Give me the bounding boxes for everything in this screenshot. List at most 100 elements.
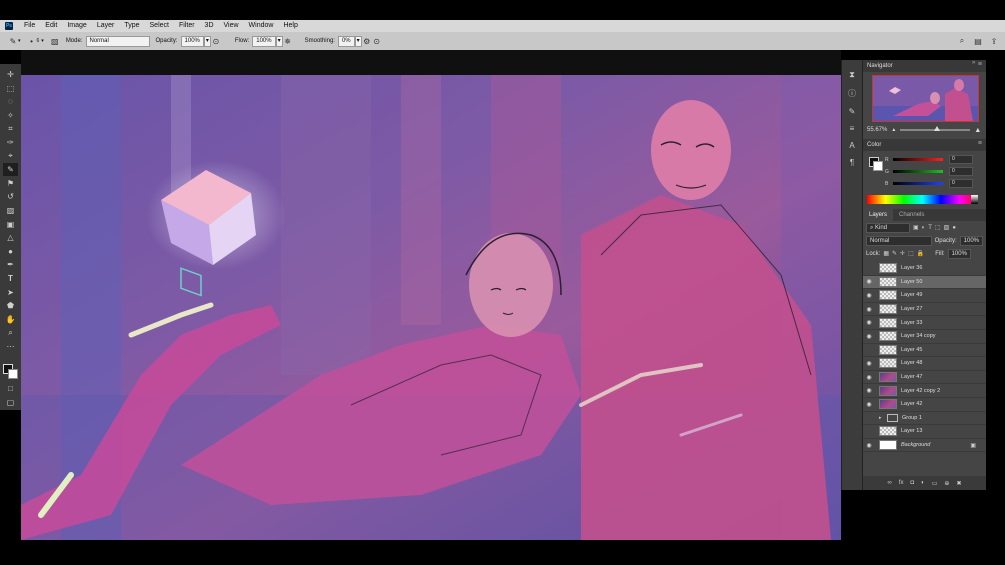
layer-row[interactable]: ◉ Background ▣ (863, 439, 986, 453)
color-background-swatch[interactable] (873, 161, 883, 171)
menu-layer[interactable]: Layer (92, 20, 120, 32)
navigator-preview[interactable] (872, 75, 979, 122)
pressure-size-icon[interactable]: ⊙ (372, 36, 382, 46)
layer-row[interactable]: ◉ Layer 27 (863, 303, 986, 317)
navigator-title[interactable]: Navigator (867, 63, 893, 69)
eraser-tool-icon[interactable]: ▨ (3, 204, 18, 217)
info-icon[interactable]: ⓘ (848, 88, 856, 99)
history-icon[interactable]: ⧗ (849, 70, 855, 80)
paragraph-icon[interactable]: ¶ (850, 158, 854, 167)
eyedropper-tool-icon[interactable]: ✑ (3, 136, 18, 149)
color-spectrum-ramp[interactable] (867, 195, 978, 204)
opacity-dropdown[interactable]: ▾ (203, 35, 211, 47)
layer-row[interactable]: ◉ Layer 47 (863, 371, 986, 385)
shape-tool-icon[interactable]: ⬟ (3, 299, 18, 312)
navigator-zoom-slider[interactable] (900, 126, 971, 131)
layer-row[interactable]: ◉ Layer 49 (863, 289, 986, 303)
move-tool-icon[interactable]: ✛ (3, 68, 18, 81)
green-slider[interactable] (893, 170, 943, 173)
eye-icon[interactable]: ◉ (863, 374, 875, 381)
menu-3d[interactable]: 3D (200, 20, 219, 32)
healing-brush-tool-icon[interactable]: ⌖ (3, 150, 18, 163)
lock-artboard-icon[interactable]: ⬚ (908, 250, 914, 257)
mode-select[interactable]: Normal (85, 35, 150, 47)
menu-filter[interactable]: Filter (174, 20, 200, 32)
layer-row[interactable]: ◉ Layer 42 (863, 398, 986, 412)
eye-icon[interactable]: ◉ (863, 387, 875, 394)
layer-style-icon[interactable]: fx (899, 480, 904, 486)
layer-row[interactable]: ◉ Layer 34 copy (863, 330, 986, 344)
chevron-right-icon[interactable]: ▸ (879, 415, 885, 421)
type-tool-icon[interactable]: T (3, 272, 18, 285)
adjustment-layer-icon[interactable]: ◐ (921, 480, 925, 486)
kind-filter-select[interactable]: ⌕ Kind (866, 222, 910, 233)
workspace-icon[interactable]: ▤ (973, 36, 983, 46)
panel-menu-icon[interactable]: ≡ (978, 61, 982, 68)
screen-mode-icon[interactable]: ▢ (3, 396, 18, 409)
layer-row[interactable]: ◉ Layer 50 (863, 275, 986, 290)
zoom-out-icon[interactable]: ▲ (891, 127, 896, 133)
filter-adjustment-icon[interactable]: ◐ (922, 225, 926, 231)
menu-file[interactable]: File (19, 20, 40, 32)
filter-toggle-icon[interactable]: ● (952, 225, 956, 231)
crop-tool-icon[interactable]: ⌗ (3, 122, 18, 135)
grayscale-ramp[interactable] (971, 195, 978, 204)
blend-mode-select[interactable]: Normal (866, 235, 932, 246)
lock-image-icon[interactable]: ✎ (892, 250, 897, 257)
brush-tool-icon[interactable]: ✎ (3, 163, 18, 177)
brush-settings-button[interactable]: ▧ (50, 36, 60, 46)
gear-icon[interactable]: ⚙ (362, 36, 372, 46)
history-brush-tool-icon[interactable]: ↺ (3, 190, 18, 203)
new-layer-icon[interactable]: ⊕ (944, 480, 949, 487)
flow-dropdown[interactable]: ▾ (275, 35, 283, 47)
add-mask-icon[interactable]: ◘ (910, 480, 914, 486)
filter-smart-object-icon[interactable]: ▧ (944, 224, 950, 231)
tab-layers[interactable]: Layers (863, 209, 894, 221)
layer-row[interactable]: Layer 36 (863, 262, 986, 276)
eye-icon[interactable]: ◉ (863, 292, 875, 299)
menu-view[interactable]: View (219, 20, 244, 32)
brush-size-picker[interactable]: • 6 ▾ (27, 36, 44, 46)
brushes-icon[interactable]: ✎ (849, 107, 856, 116)
filter-pixel-icon[interactable]: ▣ (913, 224, 919, 231)
layer-row[interactable]: Layer 13 (863, 425, 986, 439)
filter-shape-icon[interactable]: ⬚ (935, 224, 941, 231)
eye-icon[interactable]: ◉ (863, 360, 875, 367)
lock-transparent-icon[interactable]: ▦ (883, 250, 889, 257)
background-color-swatch[interactable] (8, 369, 18, 379)
color-title[interactable]: Color (867, 142, 881, 148)
eye-icon[interactable]: ◉ (863, 333, 875, 340)
layer-row[interactable]: ▸ Group 1 (863, 412, 986, 426)
green-value-field[interactable]: 0 (949, 167, 973, 176)
smoothing-dropdown[interactable]: ▾ (354, 35, 362, 47)
tool-preset-picker[interactable]: ✎ ▾ (8, 36, 21, 46)
eye-icon[interactable]: ◉ (863, 401, 875, 408)
airbrush-icon[interactable]: ✵ (283, 36, 293, 46)
zoom-in-icon[interactable]: ▲ (974, 127, 981, 134)
share-icon[interactable]: ⇪ (989, 36, 999, 46)
menu-window[interactable]: Window (244, 20, 279, 32)
menu-select[interactable]: Select (145, 20, 174, 32)
eye-icon[interactable]: ◉ (863, 442, 875, 449)
pressure-opacity-icon[interactable]: ⊙ (211, 36, 221, 46)
lasso-tool-icon[interactable]: ◌ (3, 95, 18, 108)
document-canvas[interactable] (21, 75, 841, 540)
tab-channels[interactable]: Channels (893, 209, 930, 221)
opacity-field[interactable]: 100% (180, 35, 204, 47)
menu-edit[interactable]: Edit (40, 20, 62, 32)
lock-position-icon[interactable]: ✛ (900, 250, 905, 257)
marquee-tool-icon[interactable]: ⬚ (3, 82, 18, 95)
eye-icon[interactable]: ◉ (863, 319, 875, 326)
red-value-field[interactable]: 0 (949, 155, 973, 164)
panel-menu-icon[interactable]: ≡ (978, 140, 982, 147)
hand-tool-icon[interactable]: ✋ (3, 313, 18, 326)
navigator-zoom-knob[interactable] (933, 126, 940, 131)
layer-row[interactable]: ◉ Layer 42 copy 2 (863, 384, 986, 398)
layer-row[interactable]: ◉ Layer 33 (863, 316, 986, 330)
layer-row[interactable]: Layer 45 (863, 344, 986, 358)
blur-tool-icon[interactable]: △ (3, 231, 18, 244)
lock-all-icon[interactable]: 🔒 (917, 250, 924, 257)
filter-type-icon[interactable]: T (928, 225, 932, 231)
link-layers-icon[interactable]: ∞ (888, 480, 892, 486)
blue-slider[interactable] (893, 182, 943, 185)
